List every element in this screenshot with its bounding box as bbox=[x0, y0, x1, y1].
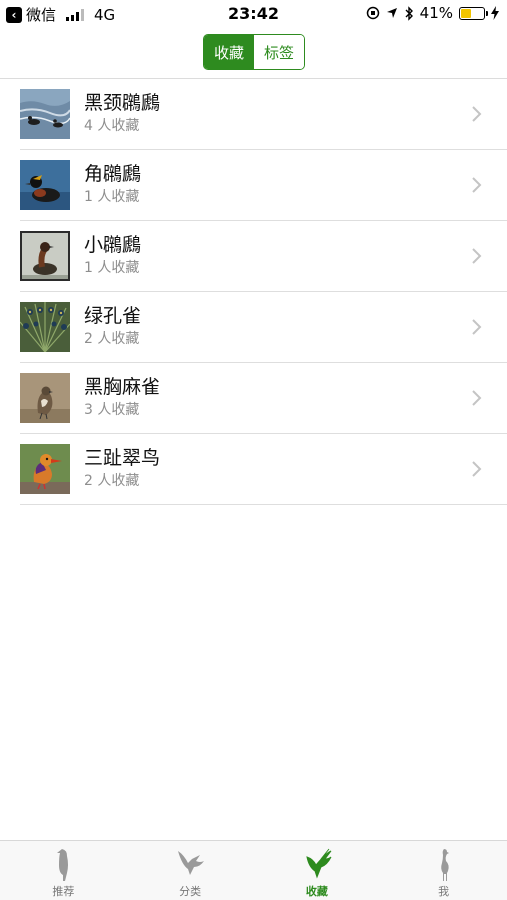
favorite-count: 3 人收藏 bbox=[84, 402, 140, 418]
tab-category[interactable]: 分类 bbox=[127, 841, 254, 900]
status-right: 41% bbox=[366, 4, 499, 22]
tab-recommend[interactable]: 推荐 bbox=[0, 841, 127, 900]
list-item[interactable]: 黑颈鸊鷉 4 人收藏 bbox=[0, 79, 507, 150]
tab-label: 我 bbox=[438, 885, 450, 898]
heron-icon bbox=[440, 849, 449, 881]
chevron-right-icon bbox=[472, 106, 482, 122]
bird-thumbnail bbox=[20, 160, 70, 210]
bird-name: 角鸊鷉 bbox=[84, 163, 142, 185]
battery-percent: 41% bbox=[419, 4, 453, 22]
bird-thumbnail bbox=[20, 373, 70, 423]
bird-thumbnail bbox=[20, 89, 70, 139]
tab-bar: 推荐 分类 收藏 我 bbox=[0, 840, 507, 900]
favorite-count: 4 人收藏 bbox=[84, 118, 140, 134]
orientation-lock-icon bbox=[366, 6, 379, 20]
battery-icon bbox=[459, 6, 488, 20]
chevron-right-icon bbox=[472, 248, 482, 264]
bird-name: 黑颈鸊鷉 bbox=[84, 92, 161, 114]
list-item[interactable]: 绿孔雀 2 人收藏 bbox=[0, 292, 507, 363]
list-item[interactable]: 三趾翠鸟 2 人收藏 bbox=[0, 434, 507, 505]
tab-label: 收藏 bbox=[305, 885, 328, 898]
status-left[interactable]: ‹ 微信 4G bbox=[6, 4, 115, 25]
chevron-right-icon bbox=[472, 177, 482, 193]
favorites-list: 黑颈鸊鷉 4 人收藏 角鸊鷉 1 人收藏 小鸊鷉 1 人收藏 绿孔雀 2 人收藏 bbox=[0, 79, 507, 505]
segment-favorites[interactable]: 收藏 bbox=[204, 35, 254, 69]
charging-icon bbox=[491, 6, 499, 20]
bird-flying-icon bbox=[178, 851, 205, 875]
hummingbird-icon bbox=[306, 848, 332, 879]
segment-tags[interactable]: 标签 bbox=[254, 35, 304, 69]
tab-label: 推荐 bbox=[52, 885, 75, 898]
chevron-right-icon bbox=[472, 461, 482, 477]
back-app-label[interactable]: 微信 bbox=[26, 4, 56, 25]
location-icon bbox=[386, 8, 397, 18]
chevron-right-icon bbox=[472, 319, 482, 335]
network-label: 4G bbox=[94, 5, 116, 24]
status-bar: ‹ 微信 4G 23:42 41% bbox=[0, 0, 507, 28]
bird-name: 黑胸麻雀 bbox=[84, 376, 161, 398]
back-arrow-icon[interactable]: ‹ bbox=[6, 6, 22, 23]
list-item[interactable]: 黑胸麻雀 3 人收藏 bbox=[0, 363, 507, 434]
tab-me[interactable]: 我 bbox=[380, 841, 507, 900]
segmented-control: 收藏 标签 bbox=[203, 34, 305, 70]
favorite-count: 2 人收藏 bbox=[84, 473, 140, 489]
bird-name: 小鸊鷉 bbox=[84, 234, 142, 256]
bird-thumbnail bbox=[20, 231, 70, 281]
list-item[interactable]: 角鸊鷉 1 人收藏 bbox=[0, 150, 507, 221]
list-item[interactable]: 小鸊鷉 1 人收藏 bbox=[0, 221, 507, 292]
favorite-count: 1 人收藏 bbox=[84, 189, 140, 205]
favorite-count: 2 人收藏 bbox=[84, 331, 140, 347]
chevron-right-icon bbox=[472, 390, 482, 406]
bird-name: 绿孔雀 bbox=[84, 305, 142, 327]
favorite-count: 1 人收藏 bbox=[84, 260, 140, 276]
signal-icon bbox=[66, 8, 85, 21]
bird-thumbnail bbox=[20, 444, 70, 494]
tab-label: 分类 bbox=[179, 885, 202, 898]
bird-perched-icon bbox=[57, 849, 69, 881]
bird-name: 三趾翠鸟 bbox=[84, 447, 161, 469]
tab-favorites[interactable]: 收藏 bbox=[254, 841, 381, 900]
bluetooth-icon bbox=[405, 5, 413, 21]
bird-thumbnail bbox=[20, 302, 70, 352]
